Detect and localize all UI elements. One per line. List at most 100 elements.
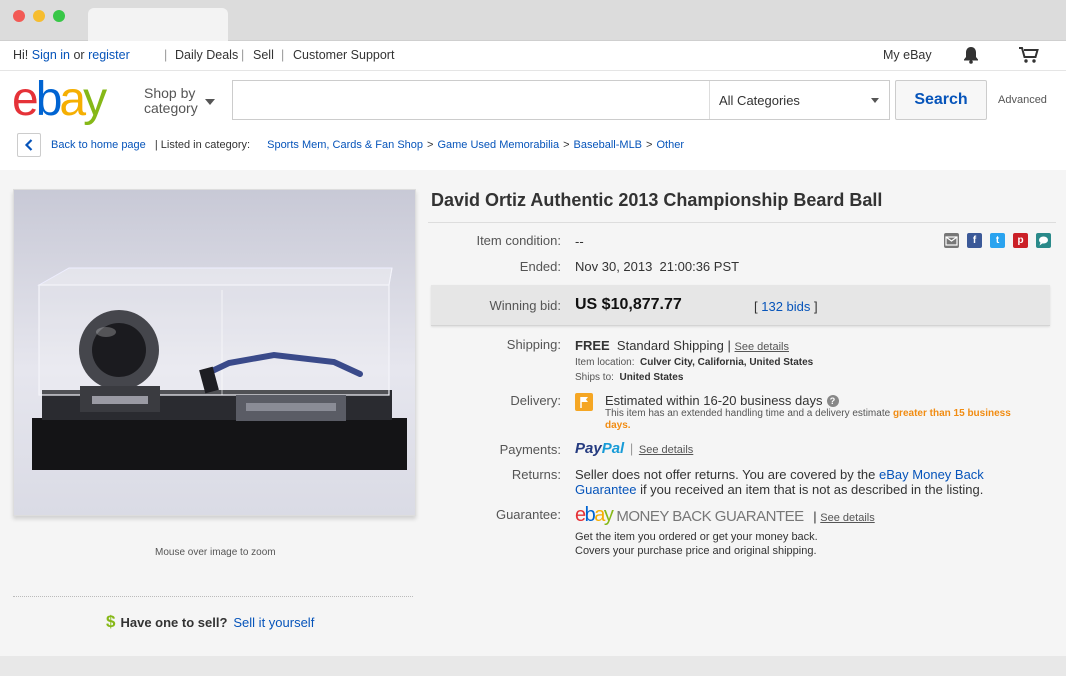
minimize-window-button[interactable] xyxy=(33,10,45,22)
top-nav: Hi! Sign in or register | Daily Deals | … xyxy=(0,41,1066,71)
search-button[interactable]: Search xyxy=(895,80,987,120)
ships-to: Ships to: United States xyxy=(575,372,683,383)
ebay-logo[interactable]: ebay xyxy=(12,73,107,126)
money-back-guarantee: ebay MONEY BACK GUARANTEE | See details xyxy=(575,504,875,527)
condition-label: Item condition: xyxy=(476,233,561,248)
sign-in-link[interactable]: Sign in xyxy=(32,48,70,62)
payment-methods: PayPal | See details xyxy=(575,440,693,457)
search-bar: All Categories xyxy=(232,80,890,120)
register-link[interactable]: register xyxy=(88,48,130,62)
logo-letter: y xyxy=(603,504,614,526)
paypal-logo-part: Pay xyxy=(575,440,602,457)
or-text: or xyxy=(73,48,85,62)
sell-prompt-text: Have one to sell? xyxy=(120,615,228,630)
divider xyxy=(13,596,413,597)
logo-letter: a xyxy=(59,73,86,126)
help-icon[interactable]: ? xyxy=(826,395,839,407)
shop-by-label: Shop by xyxy=(144,85,196,101)
delivery-estimate: Estimated within 16-20 business days? xyxy=(605,393,839,408)
ended-value: Nov 30, 2013 21:00:36 PST xyxy=(575,259,740,274)
breadcrumb-item-other[interactable]: Other xyxy=(656,139,684,151)
comment-icon[interactable] xyxy=(1036,233,1051,248)
divider: | xyxy=(813,509,817,524)
sell-it-yourself-link[interactable]: Sell it yourself xyxy=(233,615,314,630)
maximize-window-button[interactable] xyxy=(53,10,65,22)
chevron-left-icon xyxy=(24,139,33,151)
delivery-estimate-text: Estimated within 16-20 business days xyxy=(605,393,823,408)
bell-icon[interactable] xyxy=(963,46,979,67)
logo-letter: b xyxy=(35,73,63,126)
shipping-label: Shipping: xyxy=(506,337,561,352)
breadcrumb-item-sports-mem[interactable]: Sports Mem, Cards & Fan Shop xyxy=(267,139,423,151)
divider: | xyxy=(629,441,634,456)
search-input[interactable] xyxy=(233,81,709,119)
close-window-button[interactable] xyxy=(13,10,25,22)
category-label: category xyxy=(144,100,198,116)
payments-label: Payments: xyxy=(499,442,561,457)
flag-icon xyxy=(575,393,593,411)
browser-chrome xyxy=(0,0,1066,41)
back-to-home-link[interactable]: Back to home page xyxy=(51,139,146,151)
bid-history-link[interactable]: 132 bids xyxy=(761,299,810,314)
customer-support-link[interactable]: Customer Support xyxy=(293,48,394,62)
pinterest-icon[interactable]: p xyxy=(1013,233,1028,248)
payments-see-details-link[interactable]: See details xyxy=(639,444,693,456)
logo-letter: e xyxy=(575,504,586,526)
my-ebay-link[interactable]: My eBay xyxy=(883,48,932,62)
guarantee-link[interactable]: Guarantee xyxy=(575,482,636,497)
category-select[interactable]: All Categories xyxy=(719,93,800,108)
breadcrumb-item-baseball-mlb[interactable]: Baseball-MLB xyxy=(574,139,642,151)
paypal-logo: PayPal xyxy=(575,440,624,457)
money-back-guarantee-text: MONEY BACK GUARANTEE xyxy=(616,508,804,525)
chevron-down-icon xyxy=(871,98,879,103)
bid-count: [ 132 bids ] xyxy=(754,299,818,314)
email-icon[interactable] xyxy=(944,233,959,248)
shipping-value: FREE Standard Shipping | See details xyxy=(575,338,789,353)
bracket-open: [ xyxy=(754,299,758,314)
money-back-guarantee-link[interactable]: eBay Money Back xyxy=(879,467,984,482)
guarantee-line-2: Covers your purchase price and original … xyxy=(575,545,817,557)
shipping-see-details-link[interactable]: See details xyxy=(735,341,789,353)
facebook-icon[interactable]: f xyxy=(967,233,982,248)
returns-text-part: if you received an item that is not as d… xyxy=(640,482,984,497)
shop-by-category-button[interactable]: Shop by category xyxy=(144,86,198,116)
ships-to-label: Ships to: xyxy=(575,372,614,383)
delivery-label: Delivery: xyxy=(510,393,561,408)
cart-icon[interactable] xyxy=(1018,46,1040,67)
logo-letter: y xyxy=(83,73,107,126)
returns-text: Seller does not offer returns. You are c… xyxy=(575,467,1015,497)
divider: | xyxy=(164,48,168,62)
breadcrumb: Back to home page | Listed in category: … xyxy=(51,139,684,151)
returns-text-part: Seller does not offer returns. You are c… xyxy=(575,467,876,482)
free-shipping-text: FREE xyxy=(575,338,610,353)
dollar-icon: $ xyxy=(106,612,116,631)
browser-tab[interactable] xyxy=(88,8,228,41)
returns-label: Returns: xyxy=(511,467,561,482)
product-image[interactable] xyxy=(13,189,416,516)
logo-letter: a xyxy=(594,504,605,526)
sell-prompt: $ Have one to sell? Sell it yourself xyxy=(106,612,314,632)
bracket-close: ] xyxy=(814,299,818,314)
zoom-hint: Mouse over image to zoom xyxy=(155,547,276,558)
delivery-note-text: This item has an extended handling time … xyxy=(605,408,891,419)
divider: | xyxy=(727,338,731,353)
delivery-note-highlight: greater than 15 xyxy=(892,408,965,419)
sell-link[interactable]: Sell xyxy=(253,48,274,62)
divider xyxy=(428,222,1056,223)
guarantee-line-1: Get the item you ordered or get your mon… xyxy=(575,531,818,543)
breadcrumb-item-game-used-memorabilia[interactable]: Game Used Memorabilia xyxy=(437,139,559,151)
ebay-mbg-logo: ebay xyxy=(575,504,614,526)
page-footer-strip xyxy=(0,656,1066,676)
listed-in-label: | Listed in category: xyxy=(154,139,251,151)
winning-bid-value: US $10,877.77 xyxy=(575,296,682,313)
guarantee-see-details-link[interactable]: See details xyxy=(820,512,874,524)
display-case-illustration xyxy=(32,267,407,470)
advanced-search-link[interactable]: Advanced xyxy=(998,94,1047,106)
divider: | xyxy=(281,48,285,62)
back-button[interactable] xyxy=(17,133,41,157)
daily-deals-link[interactable]: Daily Deals xyxy=(175,48,238,62)
item-location-value: Culver City, California, United States xyxy=(640,357,814,368)
logo-letter: b xyxy=(584,504,596,526)
twitter-icon[interactable]: t xyxy=(990,233,1005,248)
chevron-down-icon xyxy=(205,99,215,105)
